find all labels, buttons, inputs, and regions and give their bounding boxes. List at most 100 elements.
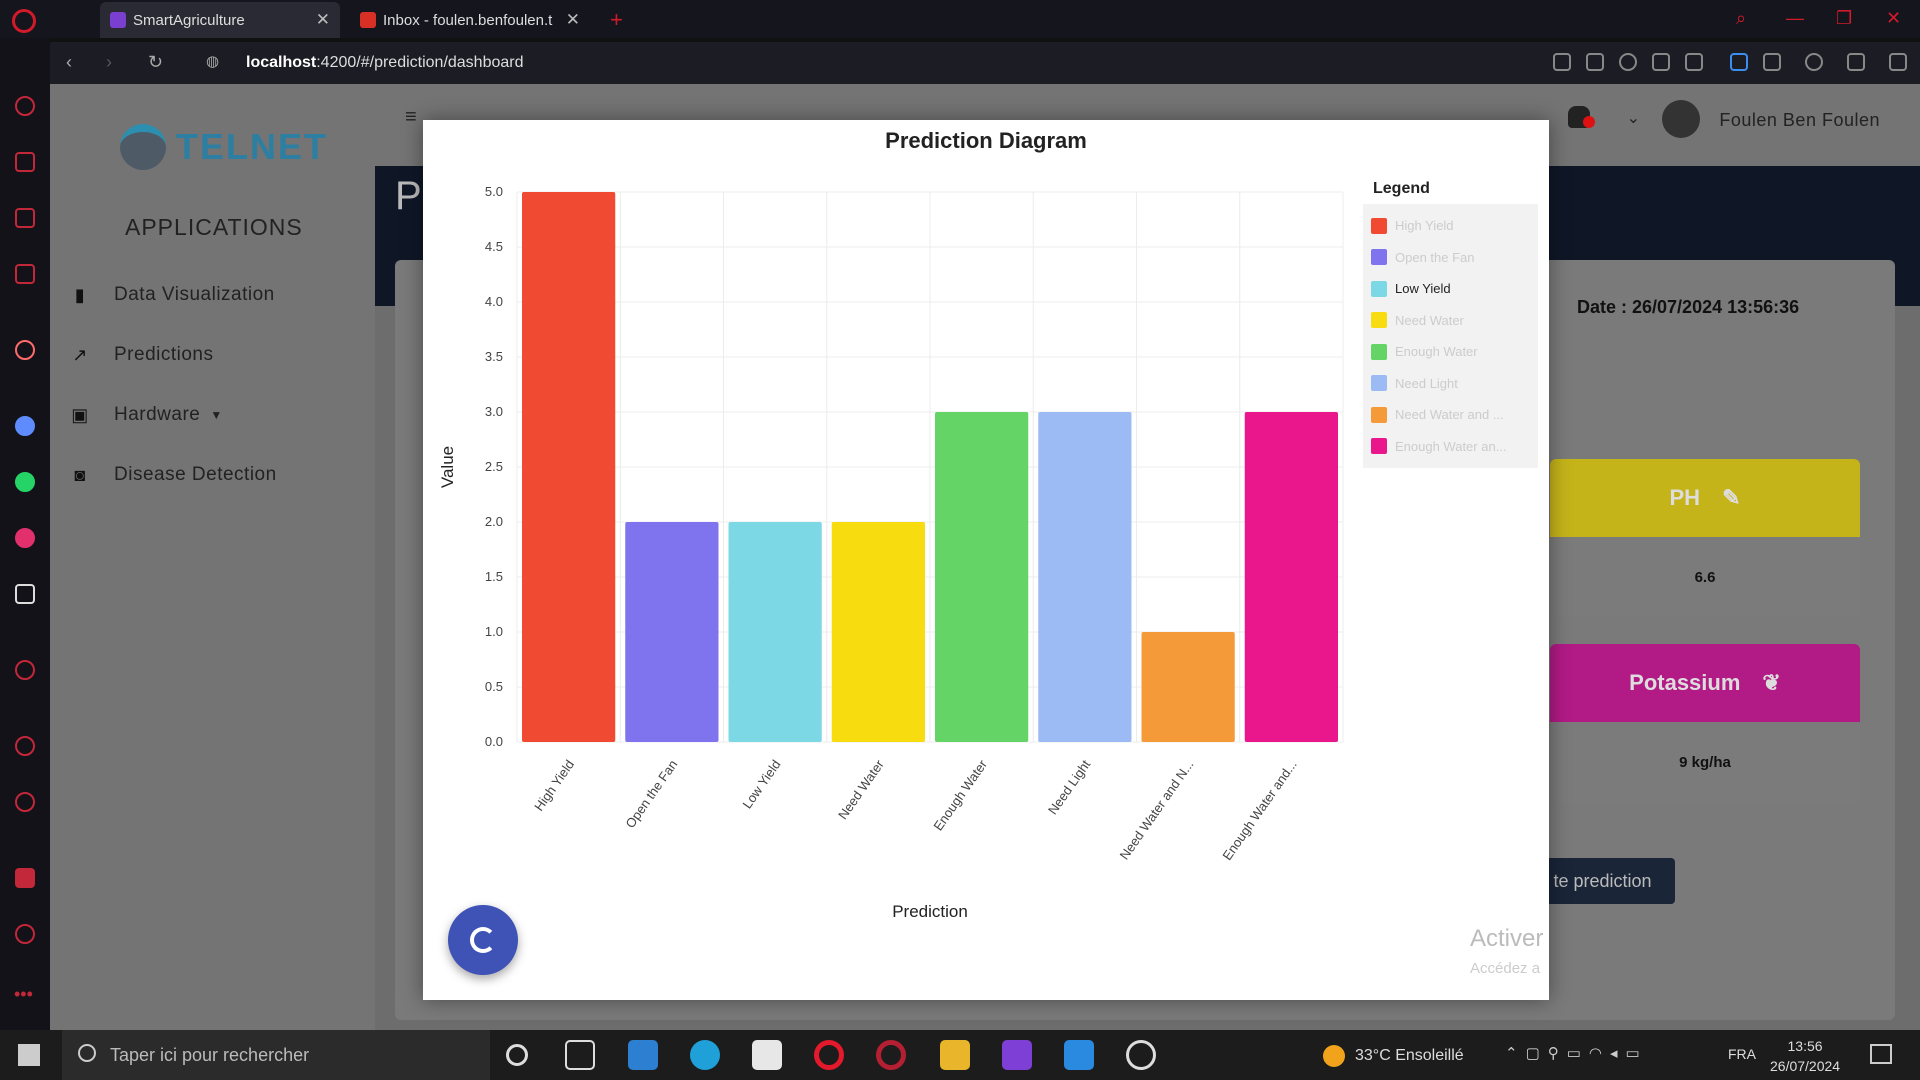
- sensor-header: PH ✎: [1550, 459, 1860, 537]
- menu-data-visualization[interactable]: ▮ Data Visualization: [70, 284, 275, 306]
- easy-setup-icon[interactable]: [1889, 53, 1907, 71]
- back-icon[interactable]: ‹: [66, 52, 72, 73]
- search-tabs-icon[interactable]: ⌕: [1736, 8, 1746, 29]
- legend-item[interactable]: Low Yield: [1371, 273, 1530, 305]
- chart-type-button[interactable]: [448, 905, 518, 975]
- bar-need-light: [1038, 412, 1132, 742]
- legend-swatch: [1371, 438, 1387, 455]
- close-tab-icon[interactable]: ✕: [566, 10, 580, 30]
- prediction-modal: Prediction Diagram 0.0 0.5 1.0 1.5 2.0 2.5 3.0…: [423, 120, 1549, 1000]
- legend-item[interactable]: High Yield: [1371, 210, 1530, 242]
- user-name[interactable]: Foulen Ben Foulen: [1719, 110, 1880, 131]
- pinboard-icon[interactable]: [15, 868, 35, 888]
- site-info-icon[interactable]: ◍: [206, 52, 219, 70]
- app-sidebar: TELNET APPLICATIONS ▮ Data Visualization…: [50, 84, 375, 1030]
- maximize-icon[interactable]: ❐: [1836, 8, 1852, 29]
- legend-swatch: [1371, 406, 1387, 423]
- windows-start-icon[interactable]: [18, 1044, 40, 1066]
- legend-item[interactable]: Need Water: [1371, 305, 1530, 337]
- gmail-favicon-icon: [360, 12, 376, 28]
- file-explorer-icon[interactable]: [940, 1040, 970, 1070]
- make-prediction-button[interactable]: te prediction: [1530, 858, 1675, 904]
- close-window-icon[interactable]: ✕: [1886, 8, 1901, 29]
- menu-disease-detection[interactable]: ◙ Disease Detection: [70, 464, 277, 486]
- url-field[interactable]: localhost:4200/#/prediction/dashboard: [246, 54, 524, 72]
- menu-predictions[interactable]: ↗ Predictions: [70, 344, 214, 366]
- download-icon[interactable]: [1847, 53, 1865, 71]
- menu-toggle-icon[interactable]: ≡: [405, 106, 417, 129]
- player-icon[interactable]: [15, 264, 35, 284]
- legend-item[interactable]: Enough Water: [1371, 336, 1530, 368]
- legend-box: High Yield Open the Fan Low Yield Need Wate…: [1363, 204, 1538, 468]
- avatar[interactable]: [1662, 100, 1700, 138]
- minimize-icon[interactable]: —: [1786, 8, 1804, 29]
- legend-item[interactable]: Open the Fan: [1371, 242, 1530, 274]
- vscode-icon[interactable]: [1064, 1040, 1094, 1070]
- cube-icon[interactable]: [1763, 53, 1781, 71]
- menu-hardware[interactable]: ▣ Hardware ▼: [70, 404, 223, 426]
- history-icon[interactable]: [15, 660, 35, 680]
- sun-icon: [1323, 1045, 1345, 1067]
- speed-dial-icon[interactable]: [15, 96, 35, 116]
- shopping-icon[interactable]: [15, 152, 35, 172]
- opera-logo-icon[interactable]: [12, 9, 36, 33]
- play-icon[interactable]: [1652, 53, 1670, 71]
- legend-label: Need Water: [1395, 312, 1464, 328]
- new-tab-button[interactable]: +: [600, 2, 630, 38]
- opera-icon[interactable]: [814, 1040, 844, 1070]
- language-indicator[interactable]: FRA: [1728, 1046, 1756, 1062]
- legend-item[interactable]: Need Water and ...: [1371, 399, 1530, 431]
- more-icon[interactable]: •••: [14, 984, 33, 1005]
- heart-icon[interactable]: [1685, 53, 1703, 71]
- weather-widget[interactable]: 33°C Ensoleillé: [1323, 1045, 1464, 1067]
- opera-gx-icon[interactable]: [876, 1040, 906, 1070]
- extension-icon[interactable]: [1553, 53, 1571, 71]
- system-tray-icons[interactable]: ⌃▢⚲▭◠◂▭: [1505, 1044, 1648, 1062]
- shield-icon[interactable]: [1619, 53, 1637, 71]
- package-icon[interactable]: [15, 792, 35, 812]
- task-view-icon[interactable]: [565, 1040, 595, 1070]
- store-icon[interactable]: [752, 1040, 782, 1070]
- whatsapp-icon[interactable]: [15, 472, 35, 492]
- snapshot-icon[interactable]: [1586, 53, 1604, 71]
- sensor-card-potassium: Potassium ❦ 9 kg/ha: [1550, 644, 1860, 802]
- clock-icon[interactable]: [15, 736, 35, 756]
- telnet-logo: TELNET: [120, 124, 328, 170]
- notification-center-icon[interactable]: [1870, 1044, 1892, 1064]
- y-tick-label: 0.0: [485, 734, 503, 749]
- edge-icon[interactable]: [690, 1040, 720, 1070]
- legend-swatch: [1371, 280, 1387, 297]
- settings-icon[interactable]: [15, 924, 35, 944]
- y-tick-label: 5.0: [485, 184, 503, 199]
- bar-high-yield: [522, 192, 616, 742]
- y-tick-label: 3.5: [485, 349, 503, 364]
- mail-icon[interactable]: [628, 1040, 658, 1070]
- taskbar-search[interactable]: Taper ici pour rechercher: [62, 1030, 490, 1080]
- tab-smartagriculture[interactable]: SmartAgriculture ✕: [100, 2, 340, 38]
- wallet-icon[interactable]: [1730, 53, 1748, 71]
- discord-icon[interactable]: [15, 584, 35, 604]
- profile-icon[interactable]: [1805, 53, 1823, 71]
- forward-icon[interactable]: ›: [106, 52, 112, 73]
- reload-icon[interactable]: ↻: [148, 52, 163, 73]
- taskbar-clock[interactable]: 13:56 26/07/2024: [1770, 1036, 1840, 1076]
- chat-icon[interactable]: [15, 208, 35, 228]
- close-tab-icon[interactable]: ✕: [316, 10, 330, 30]
- tab-inbox[interactable]: Inbox - foulen.benfoulen.t ✕: [350, 2, 590, 38]
- trend-icon: ↗: [72, 345, 88, 365]
- legend-label: High Yield: [1395, 218, 1454, 234]
- intellij-icon[interactable]: [1002, 1040, 1032, 1070]
- chevron-down-icon[interactable]: ⌄: [1627, 108, 1640, 128]
- messenger-icon[interactable]: [15, 416, 35, 436]
- instagram-icon[interactable]: [15, 528, 35, 548]
- chrome-icon[interactable]: [1126, 1040, 1156, 1070]
- legend-item[interactable]: Need Light: [1371, 368, 1530, 400]
- windows-watermark-sub: Accédez a: [1470, 960, 1541, 977]
- bar-open-the-fan: [625, 522, 719, 742]
- x-tick-label: Open the Fan: [622, 757, 680, 831]
- cortana-icon[interactable]: [506, 1044, 528, 1066]
- browser-sidebar: •••: [0, 38, 50, 1030]
- aria-icon[interactable]: [15, 340, 35, 360]
- legend-item[interactable]: Enough Water an...: [1371, 431, 1530, 463]
- pipette-icon: ✎: [1722, 485, 1741, 510]
